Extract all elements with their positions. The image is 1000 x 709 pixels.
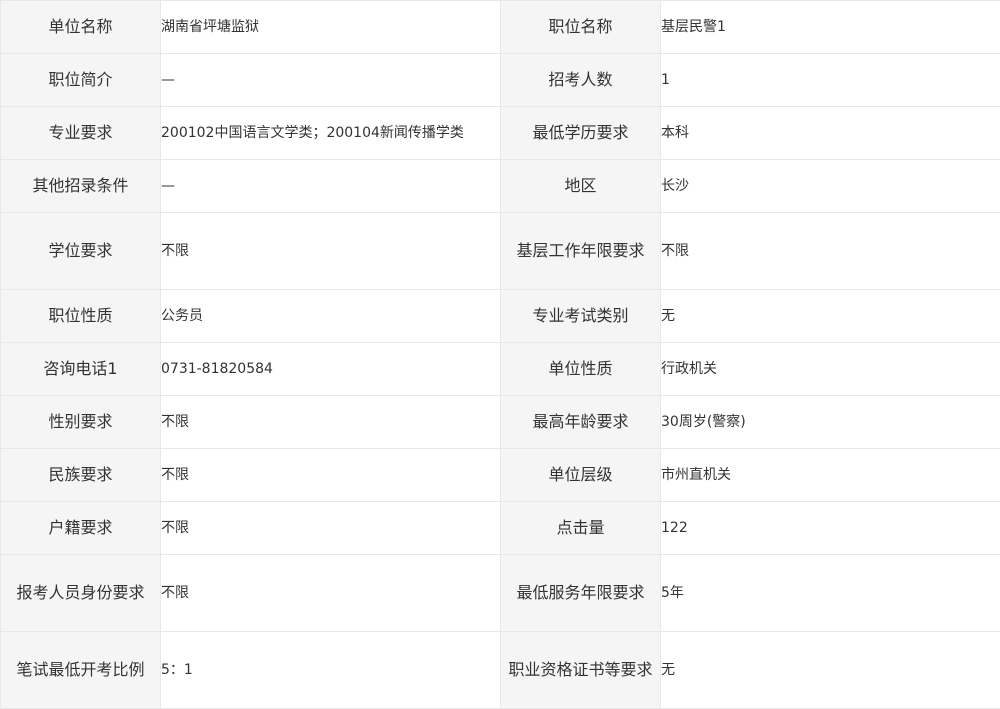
label-min-education: 最低学历要求 xyxy=(501,107,661,160)
job-detail-table: 单位名称 湖南省坪塘监狱 职位名称 基层民警1 职位简介 — 招考人数 1 专业… xyxy=(0,0,1000,709)
label-ethnicity-requirement: 民族要求 xyxy=(1,449,161,502)
value-max-age: 30周岁(警察) xyxy=(661,396,1000,449)
label-region: 地区 xyxy=(501,160,661,213)
label-min-service-years: 最低服务年限要求 xyxy=(501,555,661,632)
label-household-requirement: 户籍要求 xyxy=(1,502,161,555)
label-major-requirement: 专业要求 xyxy=(1,107,161,160)
value-consult-phone: 0731-81820584 xyxy=(161,343,501,396)
value-exam-ratio: 5：1 xyxy=(161,632,501,709)
value-household-requirement: 不限 xyxy=(161,502,501,555)
value-unit-nature: 行政机关 xyxy=(661,343,1000,396)
label-click-count: 点击量 xyxy=(501,502,661,555)
label-exam-ratio: 笔试最低开考比例 xyxy=(1,632,161,709)
table-row: 咨询电话1 0731-81820584 单位性质 行政机关 xyxy=(1,343,1000,396)
label-position-nature: 职位性质 xyxy=(1,290,161,343)
label-consult-phone: 咨询电话1 xyxy=(1,343,161,396)
label-other-conditions: 其他招录条件 xyxy=(1,160,161,213)
table-row: 单位名称 湖南省坪塘监狱 职位名称 基层民警1 xyxy=(1,1,1000,54)
table-row: 户籍要求 不限 点击量 122 xyxy=(1,502,1000,555)
value-applicant-identity: 不限 xyxy=(161,555,501,632)
value-exam-category: 无 xyxy=(661,290,1000,343)
table-row: 职位性质 公务员 专业考试类别 无 xyxy=(1,290,1000,343)
value-gender-requirement: 不限 xyxy=(161,396,501,449)
table-row: 笔试最低开考比例 5：1 职业资格证书等要求 无 xyxy=(1,632,1000,709)
value-other-conditions: — xyxy=(161,160,501,213)
table-row: 民族要求 不限 单位层级 市州直机关 xyxy=(1,449,1000,502)
table-row: 性别要求 不限 最高年龄要求 30周岁(警察) xyxy=(1,396,1000,449)
value-click-count: 122 xyxy=(661,502,1000,555)
label-degree-requirement: 学位要求 xyxy=(1,213,161,290)
label-gender-requirement: 性别要求 xyxy=(1,396,161,449)
label-unit-name: 单位名称 xyxy=(1,1,161,54)
value-degree-requirement: 不限 xyxy=(161,213,501,290)
value-min-service-years: 5年 xyxy=(661,555,1000,632)
label-max-age: 最高年龄要求 xyxy=(501,396,661,449)
label-position-name: 职位名称 xyxy=(501,1,661,54)
label-exam-category: 专业考试类别 xyxy=(501,290,661,343)
value-grassroots-years: 不限 xyxy=(661,213,1000,290)
table-row: 职位简介 — 招考人数 1 xyxy=(1,54,1000,107)
label-position-intro: 职位简介 xyxy=(1,54,161,107)
label-certificate-requirement: 职业资格证书等要求 xyxy=(501,632,661,709)
label-unit-level: 单位层级 xyxy=(501,449,661,502)
value-position-intro: — xyxy=(161,54,501,107)
label-recruit-count: 招考人数 xyxy=(501,54,661,107)
table-row: 学位要求 不限 基层工作年限要求 不限 xyxy=(1,213,1000,290)
value-certificate-requirement: 无 xyxy=(661,632,1000,709)
value-unit-name: 湖南省坪塘监狱 xyxy=(161,1,501,54)
value-min-education: 本科 xyxy=(661,107,1000,160)
value-ethnicity-requirement: 不限 xyxy=(161,449,501,502)
table-row: 其他招录条件 — 地区 长沙 xyxy=(1,160,1000,213)
value-recruit-count: 1 xyxy=(661,54,1000,107)
table-row: 报考人员身份要求 不限 最低服务年限要求 5年 xyxy=(1,555,1000,632)
table-row: 专业要求 200102中国语言文学类；200104新闻传播学类 最低学历要求 本… xyxy=(1,107,1000,160)
label-applicant-identity: 报考人员身份要求 xyxy=(1,555,161,632)
label-grassroots-years: 基层工作年限要求 xyxy=(501,213,661,290)
value-unit-level: 市州直机关 xyxy=(661,449,1000,502)
value-position-name: 基层民警1 xyxy=(661,1,1000,54)
value-region: 长沙 xyxy=(661,160,1000,213)
value-position-nature: 公务员 xyxy=(161,290,501,343)
label-unit-nature: 单位性质 xyxy=(501,343,661,396)
value-major-requirement: 200102中国语言文学类；200104新闻传播学类 xyxy=(161,107,501,160)
